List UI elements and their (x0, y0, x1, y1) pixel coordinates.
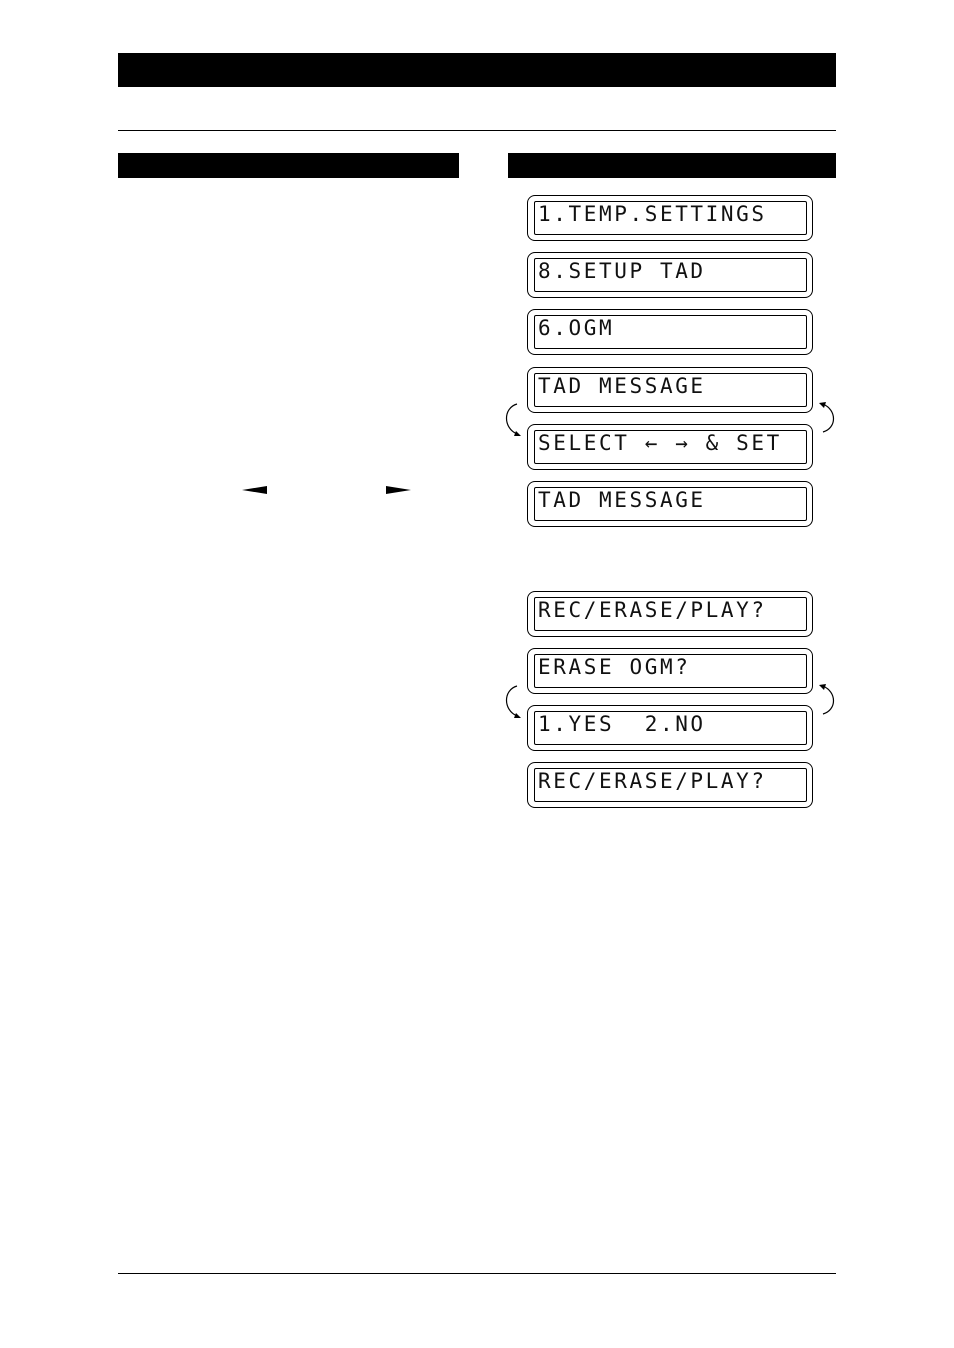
lcd-text: 6.OGM (538, 316, 615, 340)
lcd-text: 8.SETUP TAD (538, 259, 706, 283)
left-column-header-bar (118, 153, 459, 178)
lcd-display: REC/ERASE/PLAY? (527, 762, 813, 808)
lcd-text: TAD MESSAGE (538, 488, 706, 512)
lcd-display: 1.YES 2.NO (527, 705, 813, 751)
right-column-header-bar (508, 153, 836, 178)
lcd-text: 1.TEMP.SETTINGS (538, 202, 767, 226)
lcd-display: SELECT ← → & SET (527, 424, 813, 470)
lcd-display: 1.TEMP.SETTINGS (527, 195, 813, 241)
lcd-display: ERASE OGM? (527, 648, 813, 694)
lcd-display: REC/ERASE/PLAY? (527, 591, 813, 637)
lcd-display: TAD MESSAGE (527, 481, 813, 527)
cycle-arrow-left-icon (505, 403, 521, 436)
lcd-text: REC/ERASE/PLAY? (538, 598, 767, 622)
cycle-arrow-right-icon (819, 684, 835, 715)
right-arrow-key-icon (386, 486, 411, 494)
lcd-text: ERASE OGM? (538, 655, 691, 679)
lcd-display: 8.SETUP TAD (527, 252, 813, 298)
page-header-bar (118, 53, 836, 87)
footer-rule (118, 1273, 836, 1274)
lcd-display: TAD MESSAGE (527, 367, 813, 413)
header-rule (118, 130, 836, 131)
left-arrow-key-icon (242, 486, 267, 494)
lcd-text: REC/ERASE/PLAY? (538, 769, 767, 793)
cycle-arrow-left-icon (505, 685, 521, 718)
lcd-text: TAD MESSAGE (538, 374, 706, 398)
cycle-arrow-right-icon (819, 402, 835, 433)
lcd-text: SELECT ← → & SET (538, 431, 782, 455)
lcd-display: 6.OGM (527, 309, 813, 355)
lcd-text: 1.YES 2.NO (538, 712, 706, 736)
